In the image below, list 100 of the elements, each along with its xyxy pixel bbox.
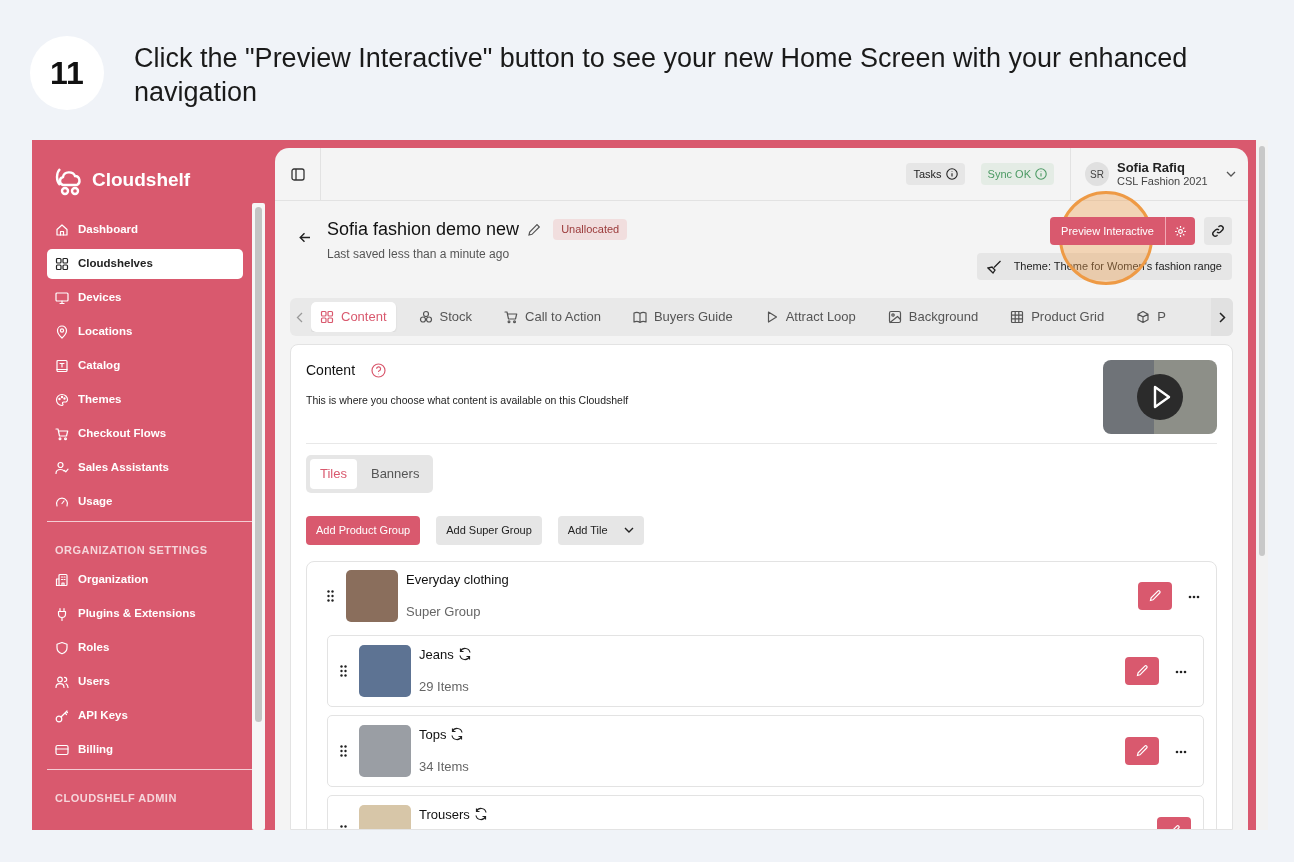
sidebar-item[interactable]: API Keys: [47, 700, 243, 731]
chevron-right-icon[interactable]: [1218, 311, 1226, 323]
info-icon: [945, 168, 958, 180]
drag-handle-icon[interactable]: [327, 589, 334, 602]
scrollbar[interactable]: [1256, 140, 1268, 830]
edit-button[interactable]: [1125, 656, 1159, 685]
refresh-icon: [457, 647, 472, 662]
more-options-icon: [1175, 749, 1187, 754]
view-tab[interactable]: Banners: [360, 459, 430, 489]
palette-icon: [55, 393, 69, 407]
tab[interactable]: Content: [311, 302, 396, 332]
save-status: Last saved less than a minute ago: [327, 246, 511, 263]
product-photo: [359, 644, 411, 697]
item-title: Tops: [419, 725, 447, 744]
plug-icon: [55, 606, 69, 621]
video-thumbnail[interactable]: [1103, 360, 1217, 434]
sidebar-item[interactable]: Organization: [47, 564, 243, 595]
sidebar-item[interactable]: Catalog: [47, 351, 243, 381]
brand-name: Cloudshelf: [92, 168, 191, 193]
location-pin-icon: [55, 325, 69, 339]
tab[interactable]: Background: [878, 302, 988, 332]
sidebar-item[interactable]: Dashboard: [47, 215, 243, 245]
item-title: Jeans: [419, 645, 454, 664]
item-subtitle: 29 Items: [419, 678, 470, 696]
sidebar-item[interactable]: Plugins & Extensions: [47, 598, 243, 629]
cube-icon: [1136, 310, 1151, 324]
tab[interactable]: Buyers Guide: [623, 302, 742, 332]
user-menu[interactable]: SR Sofia Rafiq CSL Fashion 2021: [1070, 148, 1248, 200]
cart-icon: [55, 427, 69, 441]
open-book-icon: [632, 310, 647, 324]
page-title: Sofia fashion demo new: [327, 218, 520, 241]
sidebar-item[interactable]: Locations: [47, 317, 243, 347]
grid-icon: [320, 310, 334, 324]
sidebar-item[interactable]: Devices: [47, 283, 243, 313]
link-button[interactable]: [1204, 217, 1232, 245]
grid-icon: [55, 257, 69, 271]
product-photo: [359, 724, 411, 777]
gauge-icon: [55, 495, 69, 509]
more-options-icon: [1188, 594, 1200, 599]
product-photo: [346, 569, 398, 622]
pencil-icon: [1148, 588, 1162, 603]
chevron-down-icon: [1226, 171, 1236, 177]
person-check-icon: [55, 461, 69, 475]
tab[interactable]: Attract Loop: [755, 302, 865, 332]
tasks-button[interactable]: Tasks: [906, 162, 965, 186]
add-product-group-button[interactable]: Add Product Group: [306, 515, 421, 545]
instruction-text: Click the "Preview Interactive" button to see your new Home Screen with your enhanced navigation: [134, 42, 1189, 109]
settings-button[interactable]: [1165, 217, 1195, 245]
tab[interactable]: P: [1127, 302, 1175, 332]
add-tile-dropdown[interactable]: Add Tile: [557, 515, 644, 545]
sidebar-item[interactable]: Sales Assistants: [47, 453, 243, 483]
user-name: Sofia Rafiq: [1117, 160, 1186, 175]
item-title: Everyday clothing: [406, 570, 509, 589]
shield-icon: [55, 640, 69, 655]
sidebar-toggle-icon[interactable]: [290, 167, 305, 181]
sidebar-item[interactable]: Roles: [47, 632, 243, 663]
organization-name: CSL Fashion 2021: [1117, 175, 1209, 188]
building-icon: [55, 572, 69, 587]
help-icon[interactable]: [371, 363, 387, 378]
sidebar-item[interactable]: Users: [47, 666, 243, 697]
table-icon: [1010, 310, 1025, 324]
tab[interactable]: Product Grid: [1001, 302, 1114, 332]
tab[interactable]: Stock: [409, 302, 482, 332]
sidebar-item[interactable]: Cloudshelves: [47, 249, 243, 279]
pencil-icon: [1135, 663, 1149, 678]
credit-card-icon: [55, 742, 69, 757]
key-icon: [55, 708, 69, 723]
brush-icon: [986, 259, 1002, 274]
more-options-icon: [1175, 669, 1187, 674]
sidebar-item[interactable]: Billing: [47, 734, 243, 765]
link-icon: [1211, 224, 1225, 238]
play-icon[interactable]: [1136, 373, 1184, 421]
section-heading: CLOUDSHELF ADMIN: [54, 790, 178, 806]
section-heading: ORGANIZATION SETTINGS: [54, 543, 209, 558]
sync-status[interactable]: Sync OK: [980, 162, 1054, 186]
cart-icon: [504, 310, 519, 324]
people-icon: [55, 674, 69, 689]
preview-interactive-button[interactable]: Preview Interactive: [1050, 217, 1165, 245]
sidebar-item[interactable]: Checkout Flows: [47, 419, 243, 449]
sidebar-item[interactable]: Usage: [47, 487, 243, 517]
add-super-group-button[interactable]: Add Super Group: [436, 515, 542, 545]
gear-icon: [1174, 224, 1187, 238]
pencil-icon[interactable]: [527, 222, 542, 237]
home-icon: [55, 223, 69, 237]
section-description: This is where you choose what content is available on this Cloudshelf: [306, 393, 629, 408]
view-tab[interactable]: Tiles: [310, 459, 357, 489]
back-arrow-icon[interactable]: [299, 232, 311, 243]
edit-button[interactable]: [1138, 581, 1172, 610]
tab[interactable]: Call to Action: [495, 302, 610, 332]
sidebar-item[interactable]: Themes: [47, 385, 243, 415]
boxes-icon: [418, 310, 433, 324]
drag-handle-icon[interactable]: [340, 664, 347, 677]
chevron-down-icon: [623, 527, 634, 533]
edit-button[interactable]: [1125, 736, 1159, 765]
scrollbar[interactable]: [252, 203, 265, 830]
step-number: 11: [30, 36, 104, 110]
refresh-icon: [450, 727, 465, 742]
item-subtitle: Super Group: [406, 603, 482, 621]
drag-handle-icon[interactable]: [340, 744, 347, 757]
book-icon: [55, 359, 69, 373]
